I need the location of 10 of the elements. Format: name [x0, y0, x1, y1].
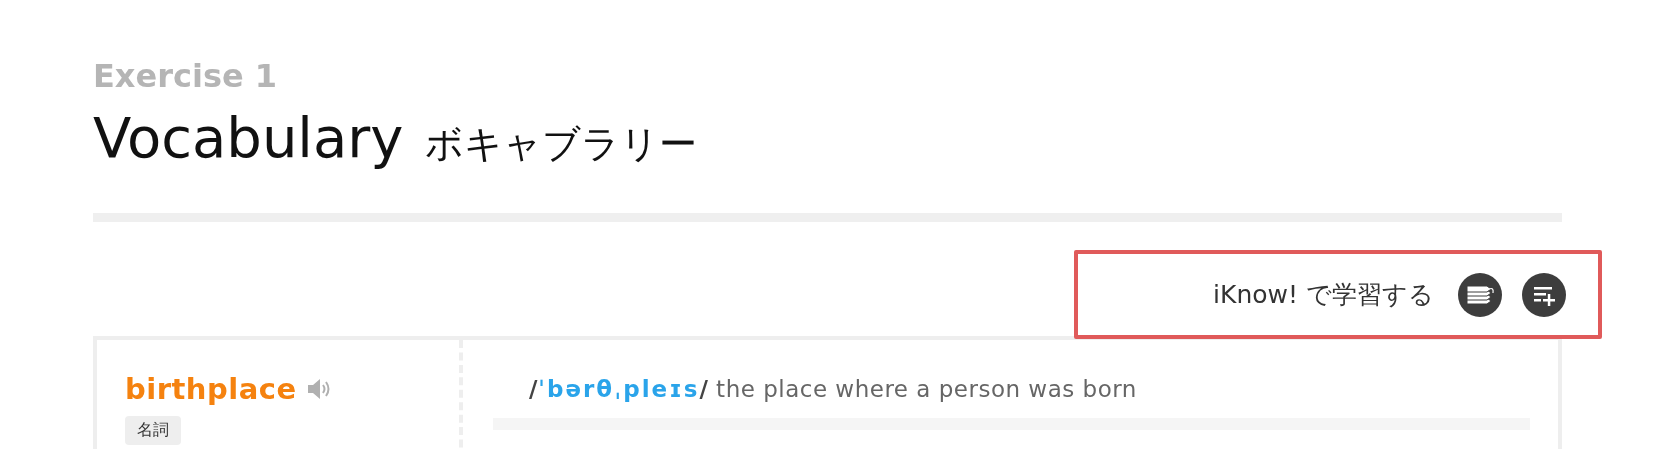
study-label: iKnow! で学習する — [1213, 279, 1434, 311]
exercise-label: Exercise 1 — [93, 56, 279, 96]
pronunciation-definition: /ˈbərθˌpleɪs/ the place where a person was born — [528, 376, 1138, 402]
vocabulary-word: birthplace — [125, 372, 297, 406]
add-to-list-button[interactable] — [1522, 272, 1566, 317]
page-subtitle: ボキャブラリー — [425, 121, 698, 168]
page-title: Vocabulary — [93, 104, 404, 172]
flashcards-button[interactable] — [1458, 272, 1502, 317]
cards-icon — [1465, 283, 1495, 306]
part-of-speech-tag: 名詞 — [125, 416, 181, 445]
